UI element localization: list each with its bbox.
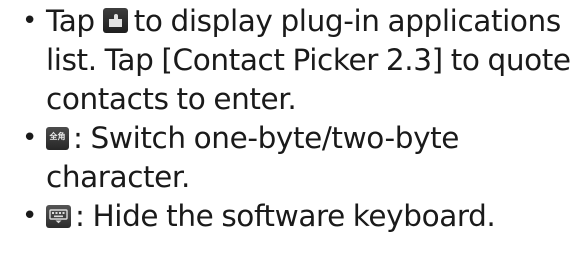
icon-label: 全角 xyxy=(49,132,66,141)
bullet: • xyxy=(22,123,37,153)
one-two-byte-switch-icon: 全角 xyxy=(46,127,69,150)
list-item: • Tap to display plug-in applications lis… xyxy=(0,2,582,119)
item-text: : Hide the software keyboard. xyxy=(75,199,496,233)
bullet: • xyxy=(22,201,37,231)
hide-keyboard-icon xyxy=(46,205,71,228)
bullet: • xyxy=(22,6,37,36)
list-item: • : Hide the software keyboard. xyxy=(0,197,582,236)
instruction-page: • Tap to display plug-in applications lis… xyxy=(0,2,582,267)
item-text-prefix: Tap xyxy=(46,4,95,38)
item-text: : Switch one-byte/two-byte character. xyxy=(46,121,460,194)
list-item: • 全角: Switch one-byte/two-byte character… xyxy=(0,119,582,197)
instruction-list: • Tap to display plug-in applications lis… xyxy=(0,2,582,236)
plugin-icon xyxy=(102,8,128,33)
